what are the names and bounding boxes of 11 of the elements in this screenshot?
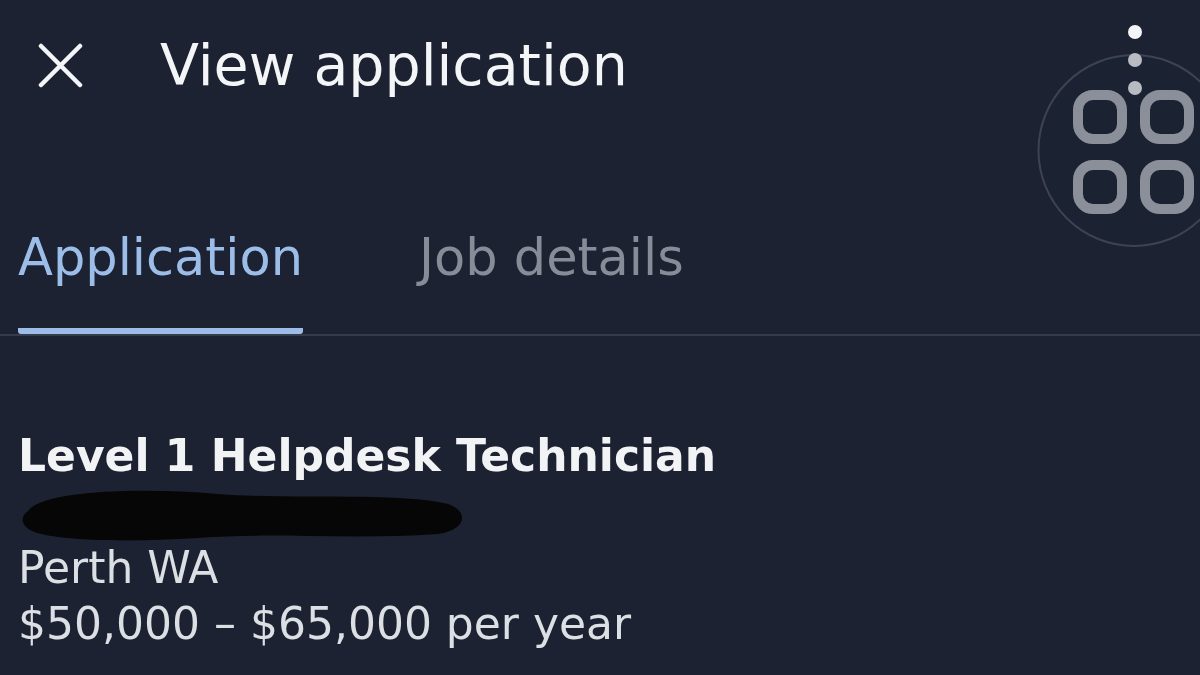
more-options-icon xyxy=(1127,25,1143,95)
tab[interactable]: Job details xyxy=(418,226,684,334)
salary-range: $50,000 – $65,000 per year xyxy=(18,598,632,650)
more-options-button[interactable] xyxy=(1127,25,1143,95)
job-location: Perth WA xyxy=(18,542,219,594)
floating-button[interactable] xyxy=(1037,53,1200,248)
tab[interactable]: Application xyxy=(18,226,303,334)
close-icon xyxy=(38,42,83,88)
grid-icon xyxy=(1073,90,1194,214)
close-button[interactable] xyxy=(38,42,83,88)
job-title: Level 1 Helpdesk Technician xyxy=(18,429,717,483)
